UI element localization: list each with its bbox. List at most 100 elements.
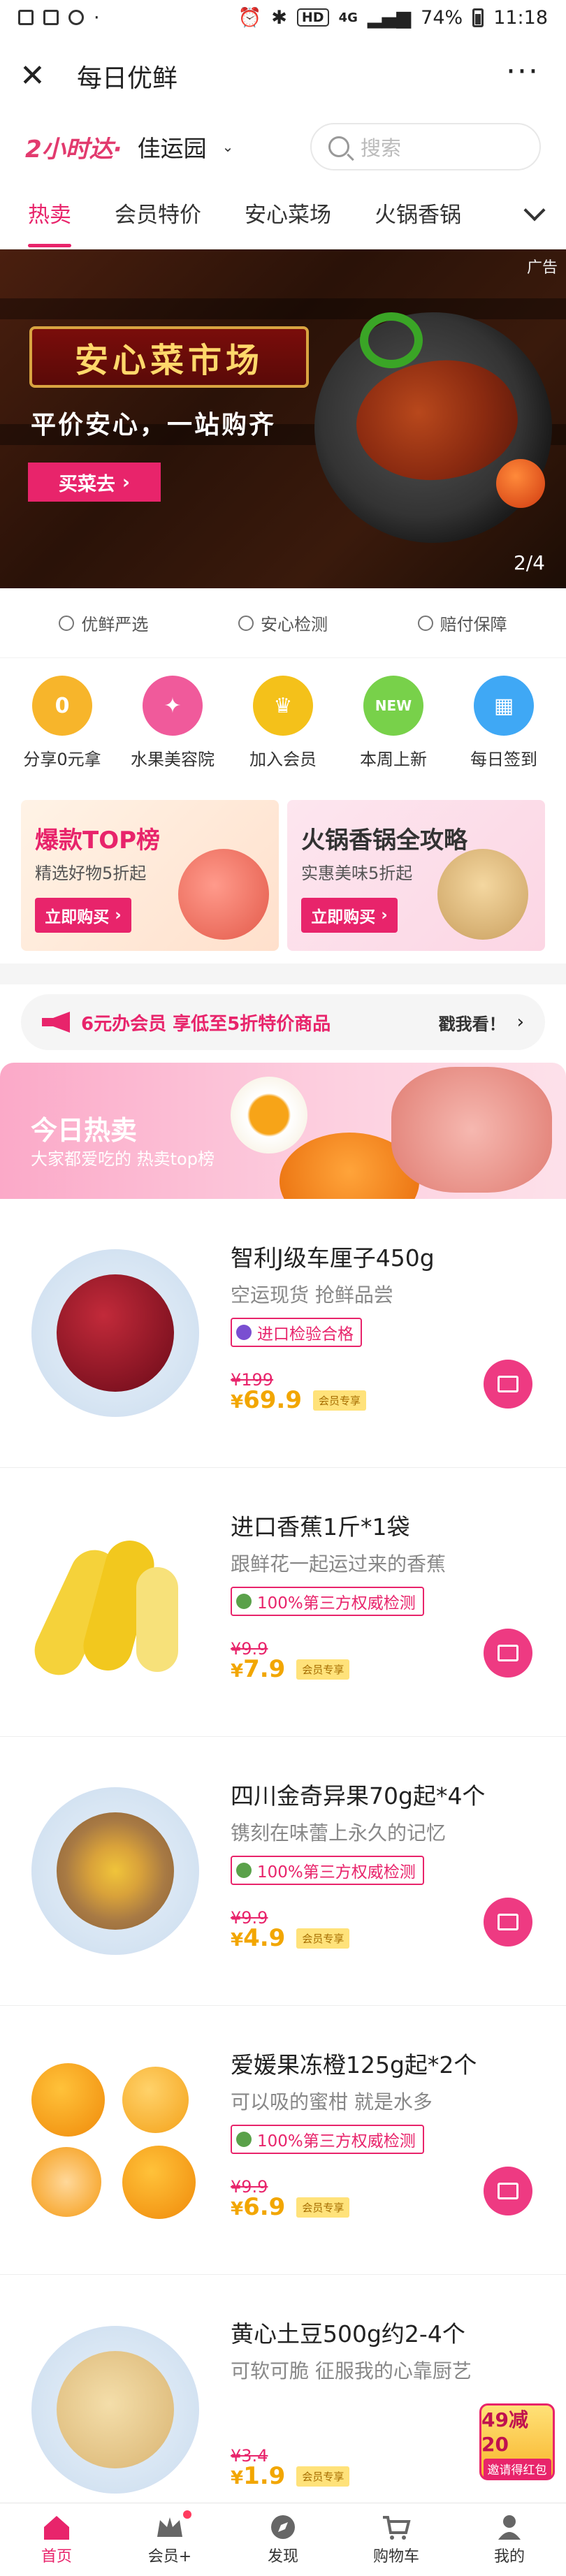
vip-crown-icon: ♛	[253, 676, 313, 736]
nav-member[interactable]: 会员+	[117, 2510, 222, 2566]
clock: 11:18	[493, 6, 548, 29]
product-name: 爱媛果冻橙125g起*2个	[231, 2051, 477, 2079]
more-icon[interactable]: ···	[506, 57, 539, 87]
chevron-down-icon: ⌄	[222, 138, 234, 155]
promo-cards: 爆款TOP榜 精选好物5折起 立即购买 › 火锅香锅全攻略 实惠美味5折起 立即…	[0, 787, 566, 963]
product-info: 爱媛果冻橙125g起*2个 可以吸的蜜柑 就是水多 100%第三方权威检测 ¥9…	[231, 2006, 566, 2274]
quick-link-vip[interactable]: ♛ 加入会员	[231, 676, 335, 770]
quick-link-signin[interactable]: ▦ 每日签到	[451, 676, 556, 770]
hot-section-subtitle: 大家都爱吃的 热卖top榜	[31, 1149, 215, 1169]
heart-icon	[59, 615, 75, 631]
product-list: 智利J级车厘子450g 空运现货 抢鲜品尝 进口检验合格 ¥199 ¥69.9 会…	[0, 1199, 566, 2544]
orange	[122, 2067, 189, 2133]
promo-card-hotpot[interactable]: 火锅香锅全攻略 实惠美味5折起 立即购买 ›	[287, 800, 545, 951]
nav-discover[interactable]: 发现	[231, 2513, 335, 2566]
new-badge-icon: NEW	[363, 676, 423, 736]
product-image	[0, 1199, 231, 1467]
promo-card-top[interactable]: 爆款TOP榜 精选好物5折起 立即购买 ›	[21, 800, 279, 951]
location-row: 2小时达· 佳运园 ⌄ 搜索	[0, 117, 566, 176]
meat-image	[391, 1067, 552, 1193]
profile-icon	[498, 2515, 521, 2540]
kiwis-image	[57, 1812, 174, 1930]
product-tag-label: 100%第三方权威检测	[257, 1594, 416, 1613]
quick-link-fruit[interactable]: ✦ 水果美容院	[120, 676, 225, 770]
section-divider	[0, 963, 566, 984]
potatoes-image	[57, 2350, 174, 2468]
bluetooth-icon: ✱	[271, 6, 287, 29]
member-cta: 戳我看！	[438, 1014, 506, 1034]
add-to-cart-button[interactable]	[484, 1360, 532, 1409]
expand-tabs-icon[interactable]	[523, 199, 546, 221]
banner-title: 安心菜市场	[29, 326, 309, 388]
compass-icon: ✦	[143, 676, 203, 736]
signal-icon: ▂▄▆	[367, 6, 412, 29]
badge-icon	[236, 1325, 252, 1340]
status-right: ⏰ ✱ HD 4G ▂▄▆ 74% 11:18	[238, 6, 548, 29]
price-value: 69.9	[243, 1386, 302, 1414]
check-icon	[236, 1594, 252, 1609]
umbrella-icon	[417, 615, 433, 631]
banner-buy-button[interactable]: 买菜去 ›	[28, 463, 161, 502]
member-text: 6元办会员 享低至5折特价商品	[81, 1013, 331, 1035]
megaphone-icon	[42, 1012, 70, 1033]
tab-safe-market[interactable]: 安心菜场	[245, 176, 331, 249]
add-to-cart-button[interactable]	[484, 1898, 532, 1946]
promo-buy-button[interactable]: 立即购买 ›	[35, 898, 131, 933]
product-card[interactable]: 爱媛果冻橙125g起*2个 可以吸的蜜柑 就是水多 100%第三方权威检测 ¥9…	[0, 2006, 566, 2275]
nav-cart[interactable]: 购物车	[344, 2513, 449, 2566]
plate	[31, 1787, 199, 1955]
notification-icon	[18, 10, 34, 25]
notification-dot	[183, 2510, 191, 2519]
member-badge: 会员专享	[296, 1659, 350, 1680]
cart-icon	[498, 1645, 518, 1661]
tab-label: 安心菜场	[245, 202, 331, 228]
guarantee-label: 安心检测	[260, 615, 328, 634]
status-left: ·	[18, 7, 100, 29]
chevron-right-icon: ›	[122, 471, 131, 493]
add-to-cart-button[interactable]	[484, 1629, 532, 1678]
product-card[interactable]: 智利J级车厘子450g 空运现货 抢鲜品尝 进口检验合格 ¥199 ¥69.9 会…	[0, 1199, 566, 1468]
location-selector[interactable]: 2小时达· 佳运园 ⌄	[25, 130, 233, 164]
orange	[122, 2146, 196, 2219]
member-price: ¥7.9 会员专享	[231, 1655, 350, 1683]
guarantee-label: 优鲜严选	[81, 615, 149, 634]
quick-link-label: 每日签到	[470, 750, 537, 769]
tab-member-deals[interactable]: 会员特价	[115, 176, 201, 249]
cart-icon	[498, 2183, 518, 2199]
guarantee-item: 安心检测	[238, 611, 328, 635]
member-banner[interactable]: 6元办会员 享低至5折特价商品 戳我看！ ›	[21, 994, 545, 1050]
close-icon[interactable]: ✕	[20, 61, 55, 92]
price-value: 4.9	[243, 1924, 286, 1952]
promo-banner[interactable]: 广告 安心菜市场 平价安心，一站购齐 买菜去 › 2/4	[0, 249, 566, 588]
invite-coupon-button[interactable]: 49减20 邀请得红包	[479, 2403, 555, 2480]
product-card[interactable]: 进口香蕉1斤*1袋 跟鲜花一起运过来的香蕉 100%第三方权威检测 ¥9.9 ¥…	[0, 1468, 566, 1737]
gallery-icon	[43, 10, 59, 25]
product-card[interactable]: 四川金奇异果70g起*4个 镌刻在味蕾上永久的记忆 100%第三方权威检测 ¥9…	[0, 1737, 566, 2006]
quick-link-label: 本周上新	[360, 750, 427, 769]
chevron-right-icon: ›	[516, 1012, 524, 1033]
ad-label: 广告	[526, 259, 558, 277]
quick-link-share[interactable]: 0 分享0元拿	[10, 676, 115, 770]
price-value: 1.9	[243, 2462, 286, 2490]
coupon-amount: 49减20	[481, 2408, 528, 2456]
quick-link-new[interactable]: NEW 本周上新	[341, 676, 446, 770]
hot-section-title: 今日热卖	[31, 1115, 138, 1146]
quick-link-label: 加入会员	[249, 750, 317, 769]
search-input[interactable]: 搜索	[310, 123, 541, 170]
tab-hot[interactable]: 热卖	[28, 176, 71, 249]
hd-badge: HD	[296, 8, 329, 27]
promo-buy-button[interactable]: 立即购买 ›	[301, 898, 398, 933]
quick-link-label: 分享0元拿	[23, 750, 101, 769]
crown-icon	[157, 2517, 182, 2537]
add-to-cart-button[interactable]	[484, 2167, 532, 2215]
promo-title: 火锅香锅全攻略	[301, 827, 467, 854]
tab-hotpot[interactable]: 火锅香锅	[375, 176, 461, 249]
community-name: 佳运园	[137, 135, 207, 162]
home-icon	[44, 2516, 69, 2540]
calendar-icon: ▦	[474, 676, 534, 736]
nav-profile[interactable]: 我的	[457, 2513, 562, 2566]
cherries-image	[57, 1274, 174, 1392]
member-badge: 会员专享	[296, 2197, 350, 2218]
product-name: 四川金奇异果70g起*4个	[231, 1782, 486, 1810]
nav-home[interactable]: 首页	[4, 2513, 109, 2566]
